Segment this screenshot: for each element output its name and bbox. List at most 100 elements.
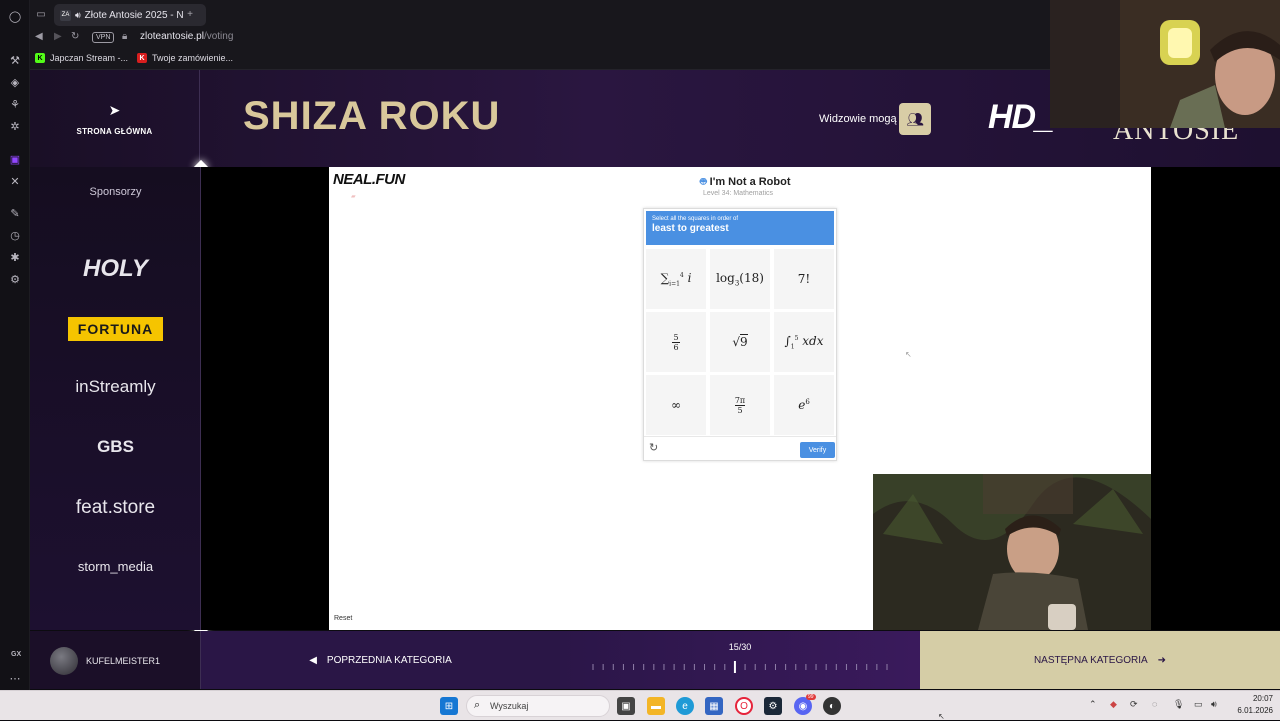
twitch-icon[interactable]: ▣ bbox=[7, 151, 23, 167]
more-icon[interactable]: ⋯ bbox=[7, 670, 23, 686]
store-icon[interactable]: ▦ bbox=[705, 697, 723, 715]
workspaces-icon[interactable]: ▭ bbox=[33, 6, 49, 22]
content-backdrop-left bbox=[201, 167, 329, 630]
clock-time[interactable]: 20:07 bbox=[1243, 694, 1273, 703]
clock-date[interactable]: 6.01.2026 bbox=[1230, 706, 1273, 715]
compass-icon[interactable]: ◈ bbox=[7, 74, 23, 90]
sponsor-fortuna-label: FORTUNA bbox=[67, 317, 164, 341]
captcha-tile-pi-fraction[interactable]: 7π 5 bbox=[710, 375, 770, 435]
username: KUFELMEISTER1 bbox=[86, 656, 161, 666]
network-icon[interactable]: ▭ bbox=[1194, 699, 1203, 710]
captcha-tile-exponent[interactable]: e6 bbox=[774, 375, 834, 435]
spark-icon[interactable]: ✲ bbox=[7, 118, 23, 134]
next-category-button[interactable]: NASTĘPNA KATEGORIA ➜ bbox=[920, 631, 1280, 689]
captcha-tile-sqrt[interactable]: √9 bbox=[710, 312, 770, 372]
settings-icon[interactable]: ⚙ bbox=[7, 271, 23, 287]
refresh-icon[interactable]: ↻ bbox=[649, 441, 658, 454]
category-title: SHIZA ROKU bbox=[243, 94, 501, 138]
sponsors-title: Sponsorzy bbox=[89, 186, 142, 198]
captcha-tile-infinity[interactable]: ∞ bbox=[646, 375, 706, 435]
url-field[interactable]: zloteantosie.pl/voting bbox=[140, 31, 233, 42]
content-backdrop-right bbox=[1151, 167, 1280, 630]
progress-label: 15/30 bbox=[728, 642, 752, 652]
home-label: STRONA GŁÓWNA bbox=[76, 126, 153, 136]
progress-ticks[interactable] bbox=[590, 661, 890, 673]
url-path: /voting bbox=[203, 31, 234, 42]
webcam-top-image bbox=[1050, 0, 1280, 128]
kick-icon: K bbox=[35, 53, 45, 63]
viewers-button[interactable]: 👥︎ bbox=[899, 103, 931, 135]
avatar[interactable] bbox=[50, 647, 78, 675]
users-icon: 👥︎ bbox=[906, 110, 924, 127]
prev-category-button[interactable]: ◀ POPRZEDNIA KATEGORIA bbox=[200, 631, 560, 689]
forward-icon[interactable]: ▶ bbox=[54, 31, 62, 42]
mod-icon[interactable]: ⚘ bbox=[7, 96, 23, 112]
shop-icon: K bbox=[137, 53, 147, 63]
sponsors-panel: Sponsorzy HOLY FORTUNA inStreamly GBS fe… bbox=[30, 167, 201, 630]
tray-overflow-icon[interactable]: ⌃ bbox=[1089, 699, 1097, 710]
volume-icon[interactable]: 🔊︎ bbox=[1211, 699, 1217, 710]
opera-logo-icon[interactable]: ◯ bbox=[7, 8, 23, 24]
captcha-tile-sum[interactable]: ∑i=14 i bbox=[646, 249, 706, 309]
taskbar-search[interactable]: ⌕ Wyszukaj bbox=[466, 695, 610, 717]
bookmark-item[interactable]: K Japczan Stream -... bbox=[35, 53, 128, 63]
speaker-icon[interactable]: 🔊︎ bbox=[75, 10, 81, 21]
back-icon[interactable]: ◀ bbox=[35, 31, 43, 42]
captcha-footer: ↻ Verify bbox=[644, 436, 836, 460]
bookmark-item[interactable]: K Twoje zamówienie... bbox=[137, 53, 233, 63]
windows-start-icon[interactable]: ⊞ bbox=[440, 697, 458, 715]
captcha-tile-log[interactable]: log3(18) bbox=[710, 249, 770, 309]
category-progress: 15/30 bbox=[560, 631, 920, 689]
captcha-tile-integral[interactable]: ∫15 xdx bbox=[774, 312, 834, 372]
tab-favicon: ZA bbox=[60, 9, 71, 21]
sponsor-fortuna[interactable]: FORTUNA bbox=[30, 317, 201, 341]
task-view-icon[interactable]: ▣ bbox=[617, 697, 635, 715]
new-tab-icon[interactable]: + bbox=[182, 6, 198, 22]
nealfun-logo[interactable]: NEAL.FUN bbox=[333, 171, 405, 188]
sponsor-featstore[interactable]: feat.store bbox=[30, 497, 201, 519]
microphone-icon[interactable]: 🎙︎ bbox=[1173, 699, 1184, 710]
captcha-header: Select all the squares in order of least… bbox=[646, 211, 834, 245]
vpn-badge[interactable]: VPN bbox=[92, 32, 115, 43]
sponsor-stormmedia[interactable]: storm_media bbox=[30, 559, 201, 574]
opera-gx-icon[interactable]: O bbox=[735, 697, 753, 715]
gx-label[interactable]: GX bbox=[11, 651, 21, 658]
pen-icon[interactable]: ✎ bbox=[7, 205, 23, 221]
file-explorer-icon[interactable]: ▬ bbox=[647, 697, 665, 715]
sponsor-instreamly[interactable]: inStreamly bbox=[30, 377, 201, 397]
edge-icon[interactable]: e bbox=[676, 697, 694, 715]
sponsor-gbs[interactable]: GBS bbox=[30, 437, 201, 457]
taskbar: ⊞ ⌕ Wyszukaj ▣ ▬ e ▦ O ⚙ ◉ 99 ◐ ⌃ ◆ ⟳ ◌ … bbox=[0, 690, 1280, 720]
home-button[interactable]: ➤ STRONA GŁÓWNA bbox=[30, 70, 200, 167]
reload-icon[interactable]: ↻ bbox=[71, 31, 79, 42]
verify-button[interactable]: Verify bbox=[800, 442, 835, 458]
x-icon[interactable]: ✕ bbox=[7, 173, 23, 189]
tools-icon[interactable]: ⚒ bbox=[7, 52, 23, 68]
game-subtitle: Level 34: Mathematics bbox=[703, 190, 774, 197]
robot-icon: 🤖︎ bbox=[700, 176, 707, 188]
captcha-tile-fraction[interactable]: 56 bbox=[646, 312, 706, 372]
app-icon[interactable]: ◐ bbox=[823, 697, 841, 715]
webcam-overlay-top bbox=[1050, 0, 1280, 128]
captcha-instruction: Select all the squares in order of bbox=[652, 216, 739, 222]
captcha-target: least to greatest bbox=[652, 223, 729, 234]
search-placeholder: Wyszukaj bbox=[490, 701, 529, 711]
sponsor-holy[interactable]: HOLY bbox=[30, 255, 201, 283]
arrow-left-icon: ◀ bbox=[309, 654, 317, 666]
lock-icon[interactable]: 🔒︎ bbox=[122, 31, 127, 42]
tray-app-icon[interactable]: ◆ bbox=[1110, 699, 1117, 710]
search-icon: ⌕ bbox=[474, 699, 481, 711]
game-title: 🤖︎ I'm Not a Robot bbox=[700, 175, 791, 190]
tray-refresh-icon[interactable]: ⟳ bbox=[1130, 699, 1138, 710]
reset-button[interactable]: Reset bbox=[334, 615, 352, 622]
clock-icon[interactable]: ◷ bbox=[7, 227, 23, 243]
game-title-text: I'm Not a Robot bbox=[709, 176, 791, 188]
browser-sidebar: ◯ ⚒ ◈ ⚘ ✲ ▣ ✕ ✎ ◷ ✱ ⚙ ⋯ bbox=[0, 0, 30, 690]
sponsor-mini-logo: ▰ bbox=[351, 194, 356, 200]
bookmark-label: Japczan Stream -... bbox=[50, 53, 129, 63]
tray-eye-icon[interactable]: ◌ bbox=[1152, 699, 1157, 709]
captcha-tile-factorial[interactable]: 7! bbox=[774, 249, 834, 309]
extensions-icon[interactable]: ✱ bbox=[7, 249, 23, 265]
home-arrow-icon: ➤ bbox=[108, 101, 121, 118]
steam-icon[interactable]: ⚙ bbox=[764, 697, 782, 715]
